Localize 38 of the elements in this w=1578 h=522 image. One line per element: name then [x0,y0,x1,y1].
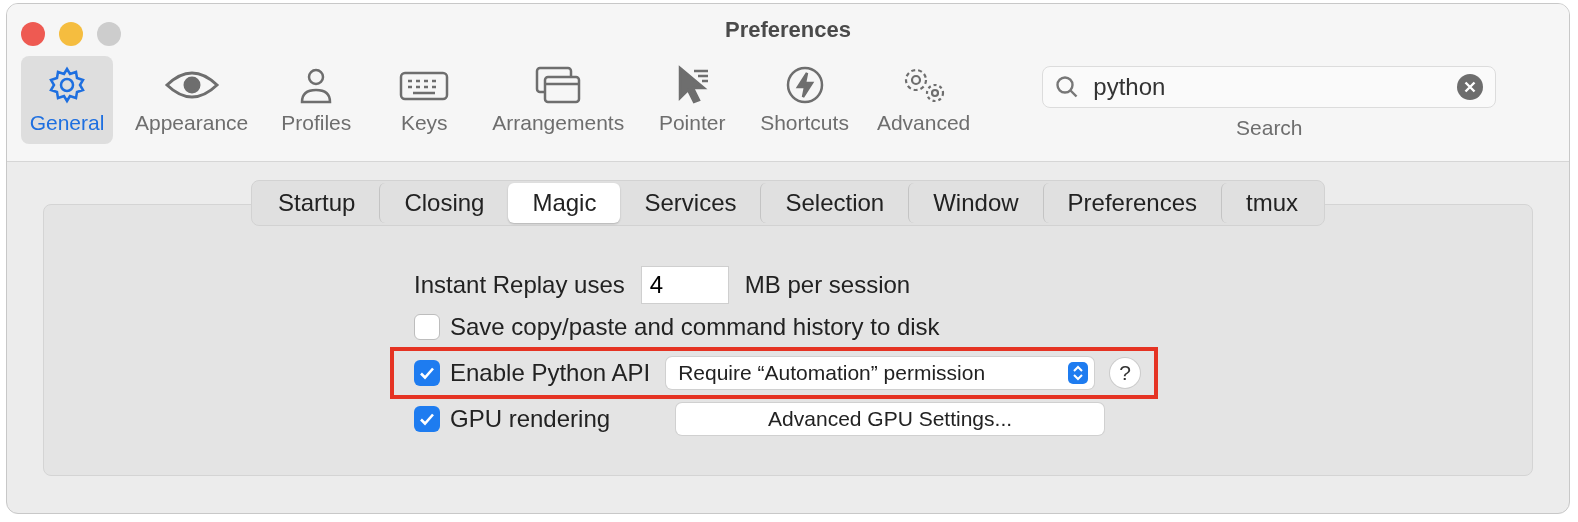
stepper-icon [1068,362,1089,384]
tab[interactable]: Window [908,183,1043,223]
setting-label: Instant Replay uses [414,271,625,299]
tab[interactable]: Preferences [1042,183,1221,223]
checkbox[interactable] [414,314,440,340]
toolbar-tab[interactable]: General [21,56,113,144]
minimize-button[interactable] [59,22,83,46]
tab[interactable]: Services [620,183,761,223]
search-icon [1055,75,1080,99]
search-input[interactable]: python [1091,72,1446,102]
checkbox-label: Save copy/paste and command history to disk [450,313,940,341]
checkbox[interactable] [414,360,440,386]
help-button[interactable]: ? [1110,358,1141,388]
close-button[interactable] [21,22,45,46]
toolbar-tab[interactable]: Pointer [646,56,739,144]
toolbar-tab[interactable]: Appearance [129,56,255,144]
checkbox[interactable] [414,406,440,432]
permission-dropdown[interactable]: Require “Automation” permission [666,357,1095,389]
checkbox-label: Enable Python API [450,359,651,387]
unit-label: MB per session [744,271,911,299]
tab[interactable]: tmux [1221,183,1322,223]
clear-icon[interactable] [1457,74,1484,100]
size-field[interactable]: 4 [640,266,729,304]
gear-icon [47,65,87,105]
toolbar-tab[interactable]: Shortcuts [754,56,855,144]
search-label: Search [1236,116,1303,140]
toolbar-tab[interactable]: Advanced [870,56,977,144]
checkbox-label: GPU rendering [450,405,611,433]
gpu-settings-button[interactable]: Advanced GPU Settings... [676,403,1105,435]
tab[interactable]: Magic [508,183,621,223]
toolbar-tab[interactable]: Arrangements [486,56,631,144]
window-title: Preferences [725,17,851,43]
tab[interactable]: Selection [760,183,909,223]
tab[interactable]: Startup [254,183,380,223]
search-field[interactable]: python [1042,66,1497,108]
toolbar-tab[interactable]: Profiles [270,56,363,144]
toolbar-tab[interactable]: Keys [378,56,471,144]
bolt-icon [784,65,825,105]
